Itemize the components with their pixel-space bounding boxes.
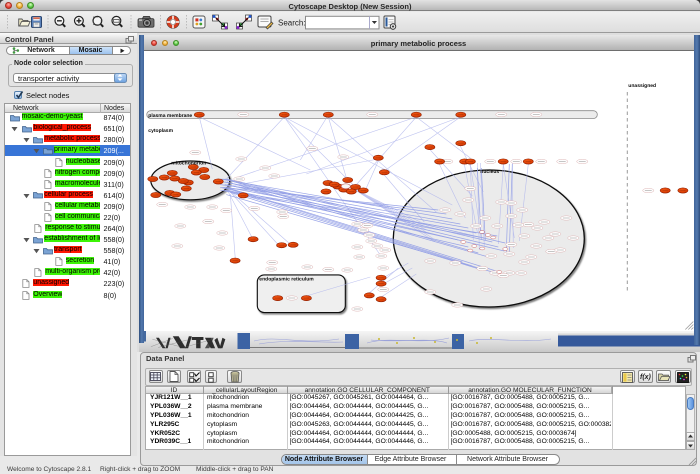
svg-text:cytoplasm: cytoplasm (148, 128, 173, 134)
svg-text:nucleus: nucleus (480, 169, 499, 175)
svg-text:endoplasmic reticulum: endoplasmic reticulum (259, 277, 314, 283)
svg-text:mitochondrion: mitochondrion (171, 161, 206, 167)
svg-text:Search:: Search: (278, 19, 306, 28)
svg-text:plasma membrane: plasma membrane (148, 113, 192, 119)
svg-text:unassigned: unassigned (628, 83, 656, 89)
